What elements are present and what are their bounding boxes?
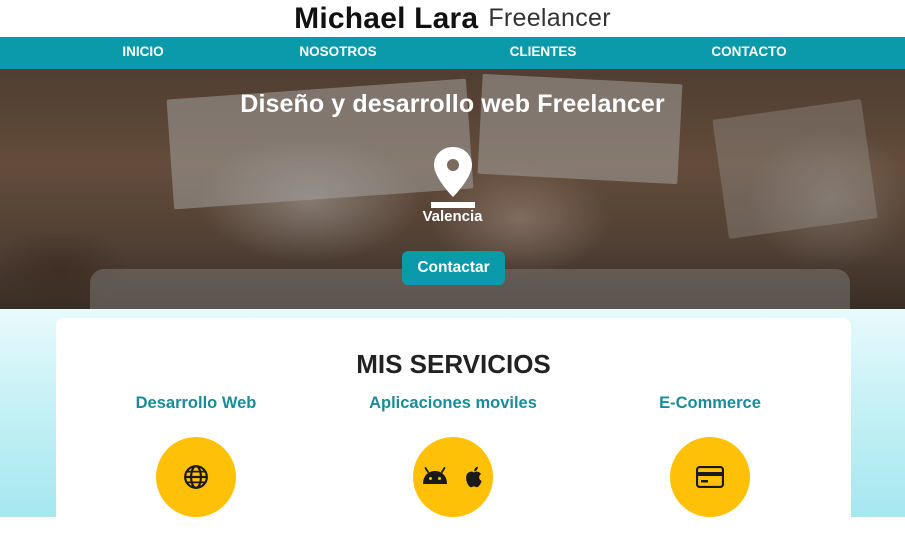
hero-location: Valencia [422, 208, 483, 225]
service-ecommerce: E-Commerce [600, 394, 820, 517]
service-web-development: Desarrollo Web [86, 394, 306, 517]
contact-button[interactable]: Contactar [402, 251, 505, 285]
service-name: E-Commerce [659, 394, 761, 412]
android-icon [423, 467, 447, 484]
service-name: Desarrollo Web [135, 394, 257, 412]
nav-item-inicio[interactable]: INICIO [122, 37, 163, 69]
services-title: MIS SERVICIOS [356, 349, 551, 379]
globe-icon [184, 465, 208, 489]
service-icon-circle [413, 437, 493, 517]
brand-name: Michael Lara [294, 1, 479, 35]
services-card: MIS SERVICIOS Desarrollo Web Aplicacione… [56, 318, 851, 538]
credit-card-icon [696, 466, 724, 488]
service-icon-circle [670, 437, 750, 517]
service-name: Aplicaciones moviles [369, 394, 537, 412]
brand-role: Freelancer [488, 4, 611, 32]
service-mobile-apps: Aplicaciones moviles [343, 394, 563, 517]
nav-item-nosotros[interactable]: NOSOTROS [299, 37, 376, 69]
service-icon-circle [156, 437, 236, 517]
hero-title: Diseño y desarrollo web Freelancer [240, 90, 665, 118]
nav-item-contacto[interactable]: CONTACTO [711, 37, 786, 69]
nav-item-clientes[interactable]: CLIENTES [510, 37, 577, 69]
map-pin-icon [431, 147, 475, 208]
site-header: Michael Lara Freelancer [0, 0, 905, 37]
hero-section: Diseño y desarrollo web Freelancer Valen… [0, 69, 905, 309]
apple-icon [466, 466, 482, 488]
services-section: MIS SERVICIOS Desarrollo Web Aplicacione… [0, 309, 905, 538]
main-nav: INICIO NOSOTROS CLIENTES CONTACTO [0, 37, 905, 69]
